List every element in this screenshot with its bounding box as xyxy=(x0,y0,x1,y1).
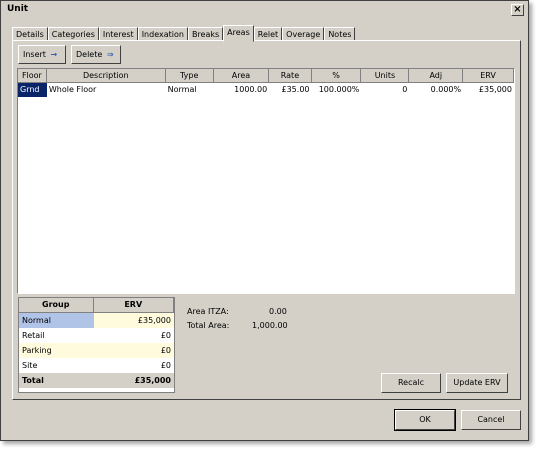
tab-strip: Details Categories Interest Indexation B… xyxy=(12,25,356,42)
summary-group: Site xyxy=(22,361,38,370)
col-rate[interactable]: Rate xyxy=(269,69,312,83)
col-erv[interactable]: ERV xyxy=(463,69,514,83)
col-description[interactable]: Description xyxy=(46,69,166,83)
col-area[interactable]: Area xyxy=(213,69,270,83)
summary-group: Parking xyxy=(22,346,52,355)
summary-erv: £35,000 xyxy=(137,316,171,325)
summary-total-label: Total xyxy=(22,376,44,385)
col-type[interactable]: Type xyxy=(165,69,214,83)
total-area-label: Total Area: xyxy=(187,321,230,330)
recalc-button[interactable]: Recalc xyxy=(381,373,441,393)
cell-adj[interactable]: 0.000% xyxy=(409,83,463,97)
cell-type[interactable]: Normal xyxy=(166,83,214,97)
delete-label: Delete xyxy=(76,50,103,59)
delete-icon: ⇒ xyxy=(106,50,114,59)
areas-grid[interactable]: Floor Description Type Area Rate % Units… xyxy=(17,68,515,294)
cell-description[interactable]: Whole Floor xyxy=(47,83,166,97)
unit-dialog: Unit × Details Categories Interest Index… xyxy=(0,0,529,441)
summary-row[interactable]: Retail £0 xyxy=(19,328,174,343)
summary-group: Retail xyxy=(22,331,45,340)
cell-rate[interactable]: £35.00 xyxy=(269,83,311,97)
close-button[interactable]: × xyxy=(511,4,524,16)
summary-header: Group ERV xyxy=(19,298,174,313)
col-percent[interactable]: % xyxy=(311,69,362,83)
summary-total-erv: £35,000 xyxy=(134,376,171,385)
summary-row[interactable]: Normal £35,000 xyxy=(19,313,174,328)
area-itza-label: Area ITZA: xyxy=(187,307,229,316)
cell-units[interactable]: 0 xyxy=(361,83,409,97)
summary-col-group: Group xyxy=(19,298,94,313)
col-floor[interactable]: Floor xyxy=(18,69,47,83)
insert-button[interactable]: Insert → xyxy=(18,45,66,64)
summary-erv: £0 xyxy=(160,361,171,370)
areas-panel: Insert → Delete ⇒ Floor Description Type… xyxy=(12,40,521,400)
erv-summary-table: Group ERV Normal £35,000 Retail £0 Parki… xyxy=(18,297,175,393)
col-units[interactable]: Units xyxy=(361,69,410,83)
insert-label: Insert xyxy=(23,50,46,59)
ok-button[interactable]: OK xyxy=(394,409,456,431)
window-title: Unit xyxy=(7,4,29,14)
total-area-value: 1,000.00 xyxy=(252,321,288,330)
cell-percent[interactable]: 100.000% xyxy=(312,83,362,97)
summary-erv: £0 xyxy=(160,346,171,355)
delete-button[interactable]: Delete ⇒ xyxy=(71,45,121,64)
cell-area[interactable]: 1000.00 xyxy=(214,83,270,97)
insert-icon: → xyxy=(50,50,58,59)
summary-group: Normal xyxy=(19,313,94,328)
summary-col-erv: ERV xyxy=(93,298,174,313)
col-adj[interactable]: Adj xyxy=(409,69,464,83)
update-erv-button[interactable]: Update ERV xyxy=(446,373,508,393)
cell-erv[interactable]: £35,000 xyxy=(463,83,514,97)
area-itza-value: 0.00 xyxy=(269,307,287,316)
grid-header: Floor Description Type Area Rate % Units… xyxy=(18,69,514,83)
cancel-button[interactable]: Cancel xyxy=(461,410,521,430)
summary-row[interactable]: Site £0 xyxy=(19,358,174,373)
cell-floor[interactable]: Grnd xyxy=(18,83,47,97)
summary-row[interactable]: Parking £0 xyxy=(19,343,174,358)
title-bar: Unit × xyxy=(2,2,527,18)
summary-erv: £0 xyxy=(160,331,171,340)
tab-areas[interactable]: Areas xyxy=(223,25,254,42)
table-row[interactable]: Grnd Whole Floor Normal 1000.00 £35.00 1… xyxy=(18,83,514,97)
summary-total-row: Total £35,000 xyxy=(19,373,174,388)
